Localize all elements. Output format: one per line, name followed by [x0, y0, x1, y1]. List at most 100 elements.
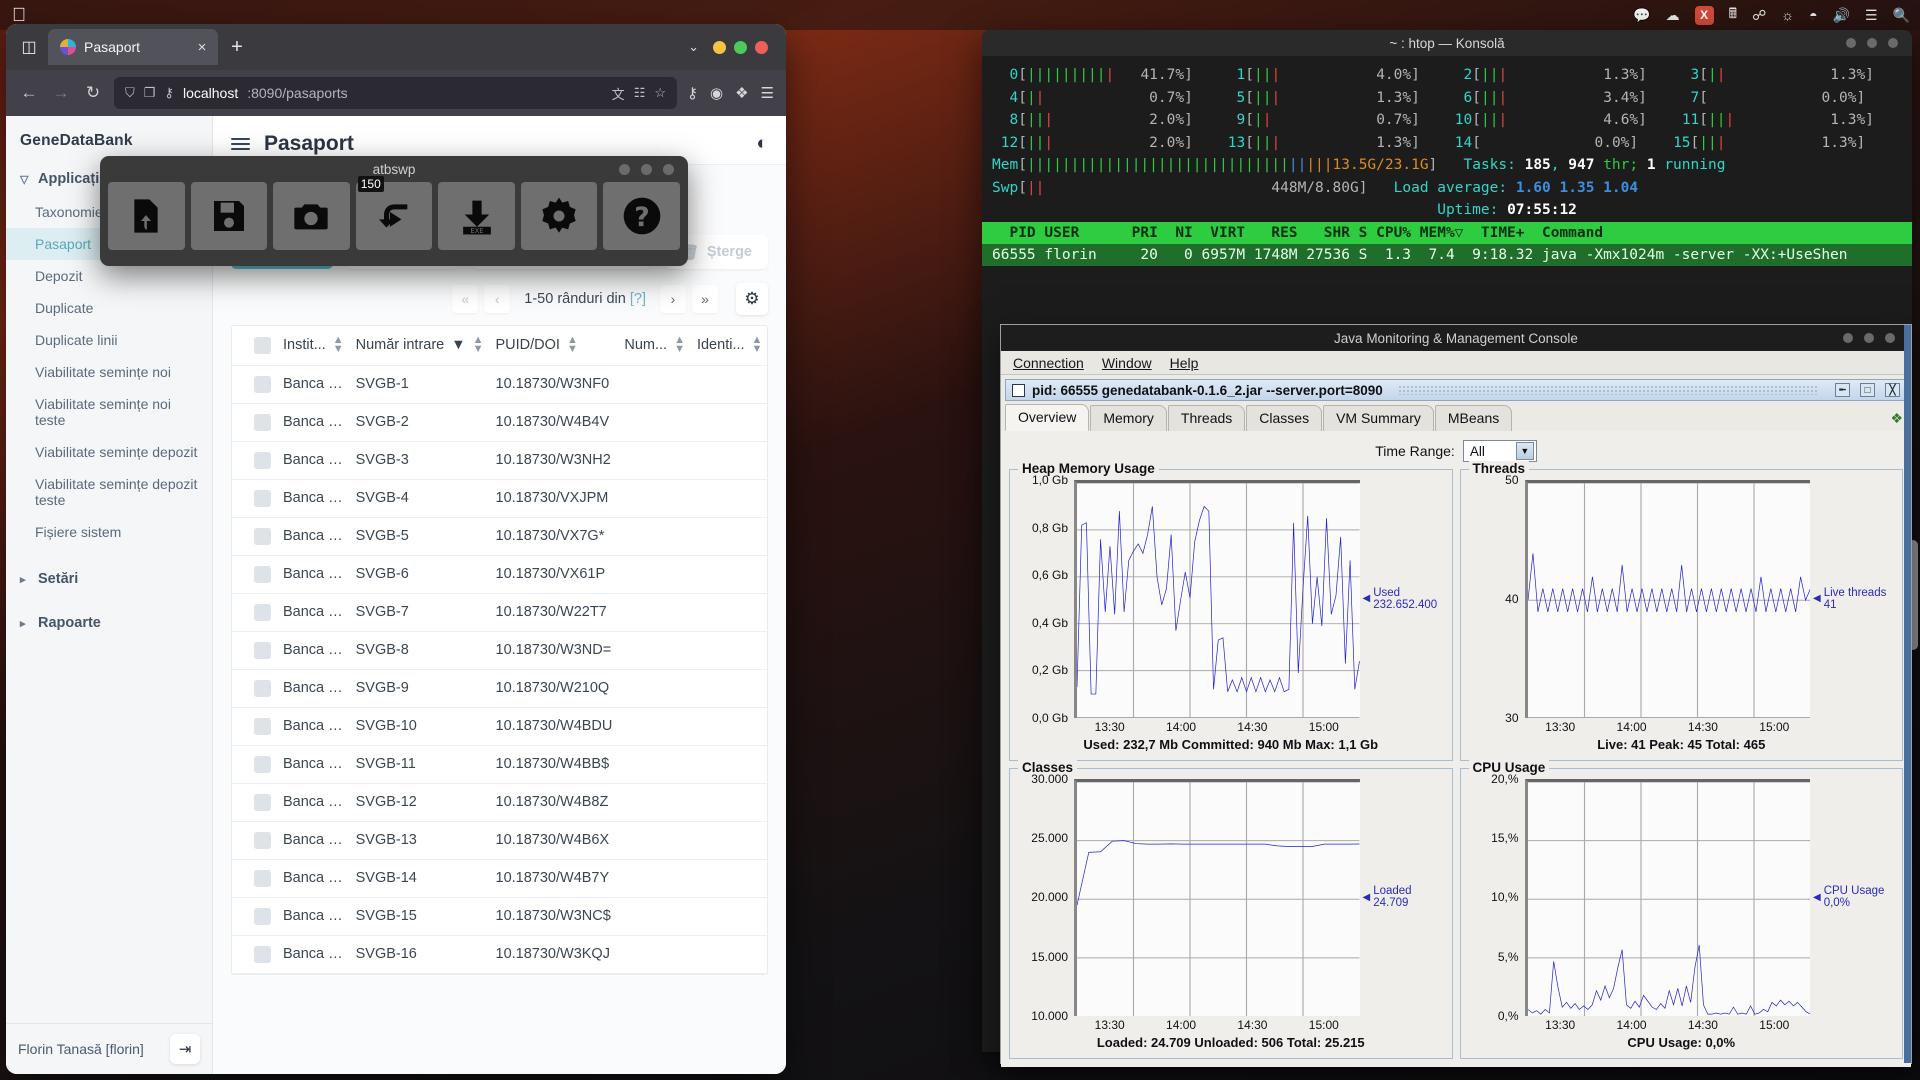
plugin-icon[interactable]: ❖: [1890, 410, 1903, 427]
maximize-button[interactable]: [1867, 38, 1877, 48]
close-button[interactable]: [1888, 38, 1898, 48]
row-checkbox[interactable]: [254, 831, 271, 849]
table-row[interactable]: Banca … SVGB-10 10.18730/W4BDU: [232, 707, 769, 746]
shield-icon[interactable]: ⛉: [125, 85, 135, 101]
sidebar-item-fisiere-sistem[interactable]: Fișiere sistem: [6, 516, 212, 548]
table-row[interactable]: Banca … SVGB-1 10.18730/W3NF0: [232, 365, 769, 404]
app-menu-icon[interactable]: ☰: [761, 84, 774, 102]
tab-memory[interactable]: Memory: [1090, 405, 1167, 431]
x-badge-icon[interactable]: X: [1694, 5, 1714, 25]
row-checkbox-cell[interactable]: [232, 935, 277, 974]
column-header-identificator[interactable]: Identi... ▲ ▼: [690, 326, 769, 366]
row-checkbox-cell[interactable]: [232, 479, 277, 518]
browser-tab-pasaport[interactable]: Pasaport ×: [48, 29, 218, 65]
row-checkbox[interactable]: [254, 375, 271, 393]
forward-button[interactable]: →: [50, 83, 72, 103]
message-icon[interactable]: 💬: [1633, 7, 1650, 24]
menu-help[interactable]: Help: [1170, 355, 1199, 371]
control-center-icon[interactable]: ☰: [1865, 7, 1878, 24]
reload-button[interactable]: ↻: [82, 83, 104, 103]
pagination-prev-button[interactable]: ‹: [484, 285, 511, 313]
save-file-icon[interactable]: [190, 182, 268, 250]
tab-vm-summary[interactable]: VM Summary: [1323, 405, 1434, 431]
table-row[interactable]: Banca … SVGB-3 10.18730/W3NH2: [232, 441, 769, 480]
table-row[interactable]: Banca … SVGB-2 10.18730/W4B4V: [232, 403, 769, 442]
row-checkbox[interactable]: [254, 413, 271, 431]
jconsole-window-controls[interactable]: [1843, 333, 1895, 343]
table-row[interactable]: Banca … SVGB-4 10.18730/VXJPM: [232, 479, 769, 518]
row-checkbox-cell[interactable]: [232, 745, 277, 784]
play-loop-icon[interactable]: 150: [355, 176, 433, 250]
pagination-last-button[interactable]: »: [692, 285, 718, 313]
row-checkbox[interactable]: [254, 451, 271, 469]
search-icon[interactable]: 🔍: [1893, 7, 1910, 24]
chevron-down-icon[interactable]: ▼: [1515, 442, 1534, 460]
sort-icon[interactable]: ▲ ▼: [674, 335, 685, 355]
sidebar-item-viabilitate-seminte-depozit[interactable]: Viabilitate semințe depozit: [6, 436, 212, 468]
tab-classes[interactable]: Classes: [1246, 405, 1323, 431]
column-header-numar-intrare[interactable]: Număr intrare ▼ ▲ ▼: [349, 326, 490, 366]
minimize-button[interactable]: [619, 163, 630, 175]
row-checkbox-cell[interactable]: [232, 897, 277, 936]
row-checkbox[interactable]: [254, 679, 271, 697]
new-tab-button[interactable]: +: [222, 36, 252, 59]
row-checkbox[interactable]: [254, 717, 271, 735]
bluetooth-icon[interactable]: ☍: [1752, 7, 1766, 24]
column-header-puid-doi[interactable]: PUID/DOI ▲ ▼: [489, 326, 619, 366]
close-button[interactable]: [663, 163, 674, 175]
sidebar-item-viabilitate-seminte-depozit-teste[interactable]: Viabilitate semințe depozit teste: [6, 468, 212, 516]
row-checkbox-cell[interactable]: [232, 555, 277, 594]
calculator-icon[interactable]: 🖩: [1729, 3, 1737, 27]
row-checkbox-cell[interactable]: [232, 517, 277, 556]
extensions-icon[interactable]: ❖: [735, 84, 748, 102]
row-checkbox-cell[interactable]: [232, 859, 277, 898]
row-checkbox-cell[interactable]: [232, 365, 277, 404]
sort-icon[interactable]: ▲ ▼: [567, 335, 578, 355]
row-checkbox[interactable]: [254, 945, 271, 963]
page-info-icon[interactable]: ❐: [144, 85, 156, 101]
brightness-icon[interactable]: ☼: [1781, 7, 1794, 23]
minimize-button[interactable]: [1846, 38, 1856, 48]
chevron-down-icon[interactable]: ⌄: [688, 39, 709, 55]
row-checkbox[interactable]: [254, 527, 271, 545]
row-checkbox[interactable]: [254, 641, 271, 659]
key-icon[interactable]: ⚷: [164, 85, 174, 101]
sidebar-item-duplicate[interactable]: Duplicate: [6, 292, 212, 324]
help-question-icon[interactable]: ?: [603, 182, 681, 250]
menu-window[interactable]: Window: [1102, 355, 1152, 371]
maximize-button[interactable]: [734, 40, 747, 54]
table-row[interactable]: Banca … SVGB-15 10.18730/W3NC$: [232, 897, 769, 936]
close-icon[interactable]: ×: [194, 39, 210, 56]
sidebar-group-rapoarte[interactable]: ▸ Rapoarte: [6, 606, 212, 640]
apple-logo-icon[interactable]: : [12, 6, 26, 25]
load-file-icon[interactable]: [108, 182, 185, 250]
row-checkbox[interactable]: [254, 907, 271, 925]
row-checkbox[interactable]: [254, 565, 271, 583]
row-checkbox-cell[interactable]: [232, 593, 277, 632]
table-row[interactable]: Banca … SVGB-11 10.18730/W4BB$: [232, 745, 769, 784]
close-icon[interactable]: ╳: [1885, 383, 1900, 397]
row-checkbox-cell[interactable]: [232, 821, 277, 860]
reader-icon[interactable]: ☷: [634, 85, 646, 101]
pagination-next-button[interactable]: ›: [660, 285, 686, 313]
pagination-first-button[interactable]: «: [452, 285, 479, 313]
konsole-window-controls[interactable]: [1846, 38, 1898, 48]
address-bar[interactable]: ⛉ ❐ ⚷ localhost:8090/pasaports 文 ☷ ☆: [114, 77, 677, 109]
tab-mbeans[interactable]: MBeans: [1434, 405, 1513, 431]
row-checkbox[interactable]: [254, 755, 271, 773]
sort-icon[interactable]: ▲ ▼: [752, 335, 763, 355]
jconsole-scrollbar[interactable]: [1904, 325, 1911, 1063]
atbswp-window[interactable]: atbswp 150 EXE ?: [100, 156, 688, 266]
firefox-view-icon[interactable]: ◫: [14, 32, 44, 62]
sort-icon[interactable]: ▲ ▼: [333, 335, 344, 355]
sidebar-item-viabilitate-seminte-noi-teste[interactable]: Viabilitate semințe noi teste: [6, 388, 212, 436]
table-row[interactable]: Banca … SVGB-14 10.18730/W4B7Y: [232, 859, 769, 898]
select-all-checkbox[interactable]: [254, 336, 271, 354]
minimize-button[interactable]: [713, 40, 726, 54]
back-button[interactable]: ←: [18, 83, 40, 103]
window-traffic-lights[interactable]: [713, 40, 778, 54]
atbswp-window-controls[interactable]: [619, 163, 674, 175]
sort-icon[interactable]: ▲ ▼: [473, 335, 484, 355]
minimize-button[interactable]: [1843, 333, 1853, 343]
logout-icon[interactable]: ⇥: [170, 1034, 200, 1064]
